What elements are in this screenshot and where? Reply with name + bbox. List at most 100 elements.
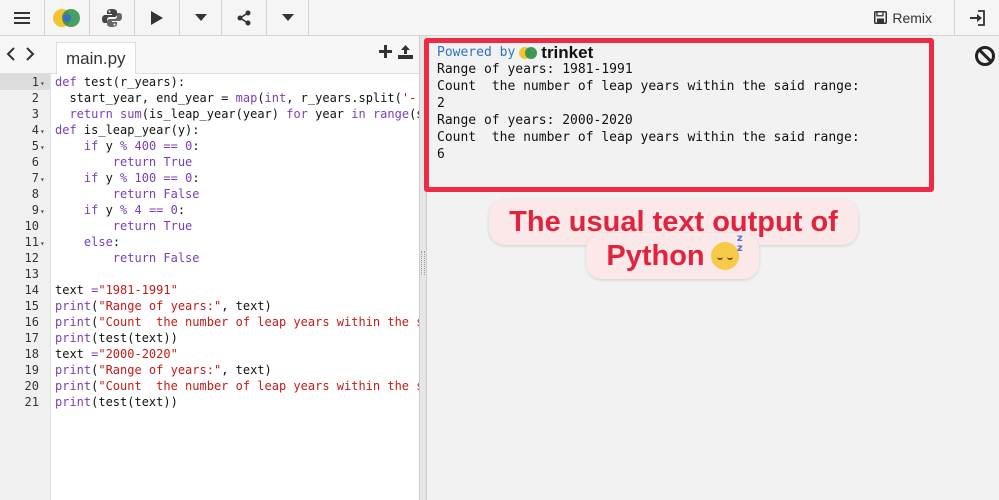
run-options-dropdown[interactable] xyxy=(180,0,222,35)
code-line[interactable]: return sum(is_leap_year(year) for year i… xyxy=(55,106,419,122)
code-line[interactable]: print("Count the number of leap years wi… xyxy=(55,314,419,330)
code-line[interactable]: return True xyxy=(55,218,419,234)
trinket-logo-icon xyxy=(53,8,80,27)
code-line[interactable] xyxy=(55,266,419,282)
code-content[interactable]: def test(r_years): start_year, end_year … xyxy=(55,74,419,410)
code-token: return xyxy=(112,187,164,201)
line-number: 20 xyxy=(0,378,50,394)
code-token: (start_year, end_year+1)) xyxy=(409,107,419,121)
code-line[interactable]: text ="2000-2020" xyxy=(55,346,419,362)
stop-icon[interactable] xyxy=(975,46,995,66)
trinket-logo-button[interactable] xyxy=(45,0,90,35)
code-line[interactable]: return False xyxy=(55,186,419,202)
code-line[interactable]: else: xyxy=(55,234,419,250)
code-line[interactable]: print(test(text)) xyxy=(55,330,419,346)
line-number-text: 10 xyxy=(24,219,39,233)
chevron-left-icon[interactable] xyxy=(6,47,16,61)
code-token: "1981-1991" xyxy=(98,283,178,297)
dropdown-icon xyxy=(194,13,207,21)
run-button[interactable] xyxy=(135,0,180,35)
code-token: print xyxy=(55,315,92,329)
output-line: Count the number of leap years within th… xyxy=(437,79,860,94)
code-line[interactable]: print("Range of years:", text) xyxy=(55,298,419,314)
output-line: Range of years: 1981-1991 xyxy=(437,62,633,77)
code-token: map xyxy=(235,91,258,105)
code-token: print xyxy=(55,331,92,345)
console-output: Powered by trinket Range of years: 1981-… xyxy=(437,43,860,163)
output-line: 6 xyxy=(437,147,445,162)
code-line[interactable]: start_year, end_year = map(int, r_years.… xyxy=(55,90,419,106)
powered-by-trinket[interactable]: Powered by trinket xyxy=(437,43,860,62)
code-token: start_year, end_year = xyxy=(55,91,236,105)
code-editor[interactable]: 1▾ 2 3 4▾ 5▾ 6 7▾ 8 9▾ 10 11▾ 12 13 14 15 16 17 18 19 20 21 … xyxy=(0,74,419,500)
code-line[interactable]: print("Count the number of leap years wi… xyxy=(55,378,419,394)
remix-label: Remix xyxy=(892,9,932,26)
line-number: 16 xyxy=(0,314,50,330)
code-token: return xyxy=(112,219,164,233)
code-token: '-' xyxy=(401,91,419,105)
share-button[interactable] xyxy=(222,0,267,35)
line-number: 6 xyxy=(0,154,50,170)
code-token: False xyxy=(163,187,200,201)
trinket-app: Remix main.py 1▾ 2 3 4▾ 5▾ 6 7▾ 8 9▾ 10 11▾ 12 13 14 1… xyxy=(0,0,999,500)
sign-in-icon xyxy=(970,9,985,26)
code-token: for xyxy=(286,107,316,121)
code-token: , text) xyxy=(221,363,272,377)
chevron-right-icon[interactable] xyxy=(25,47,35,61)
line-number-text: 3 xyxy=(31,107,39,121)
code-token: int xyxy=(264,91,287,105)
line-number: 15 xyxy=(0,298,50,314)
code-line[interactable]: print(test(text)) xyxy=(55,394,419,410)
line-number: 1▾ xyxy=(0,74,50,90)
powered-by-label: Powered by xyxy=(437,45,516,60)
tab-main-py[interactable]: main.py xyxy=(56,42,136,75)
code-line[interactable]: return False xyxy=(55,250,419,266)
menu-button[interactable] xyxy=(0,0,45,35)
code-token: True xyxy=(163,219,193,233)
line-number-text: 6 xyxy=(31,155,39,169)
code-token: % xyxy=(120,171,135,185)
code-token: 0 xyxy=(170,203,178,217)
python-button[interactable] xyxy=(90,0,135,35)
tab-actions xyxy=(379,45,413,59)
line-number-text: 14 xyxy=(24,283,39,297)
login-button[interactable] xyxy=(955,0,999,35)
file-nav-arrows[interactable] xyxy=(6,44,35,65)
menu-icon xyxy=(14,11,30,24)
splitter-grip[interactable] xyxy=(421,251,425,275)
code-line[interactable]: if y % 100 == 0: xyxy=(55,170,419,186)
code-line[interactable]: print("Range of years:", text) xyxy=(55,362,419,378)
trinket-logo-icon xyxy=(519,46,538,59)
code-token: print xyxy=(55,299,92,313)
code-token: text xyxy=(55,347,92,361)
upload-icon[interactable] xyxy=(398,45,413,59)
code-token: y xyxy=(105,171,121,185)
annotation-callout-line2: Python z z xyxy=(586,233,759,279)
code-line[interactable]: def is_leap_year(y): xyxy=(55,122,419,138)
add-file-icon[interactable] xyxy=(379,45,392,58)
remix-button[interactable]: Remix xyxy=(860,0,955,35)
code-line[interactable]: if y % 400 == 0: xyxy=(55,138,419,154)
code-line[interactable]: return True xyxy=(55,154,419,170)
code-token: ( xyxy=(257,91,265,105)
code-line[interactable]: text ="1981-1991" xyxy=(55,282,419,298)
code-line[interactable]: def test(r_years): xyxy=(55,74,419,90)
line-number: 7▾ xyxy=(0,170,50,186)
code-token: False xyxy=(163,251,200,265)
code-token: == xyxy=(163,171,186,185)
line-number-text: 11 xyxy=(24,235,39,249)
python-icon xyxy=(102,8,122,27)
run-icon xyxy=(151,10,163,25)
share-options-dropdown[interactable] xyxy=(267,0,309,35)
line-number-text: 17 xyxy=(24,331,39,345)
code-token: "Count the number of leap years within t… xyxy=(98,315,419,329)
code-line[interactable]: if y % 4 == 0: xyxy=(55,202,419,218)
line-number: 13 xyxy=(0,266,50,282)
